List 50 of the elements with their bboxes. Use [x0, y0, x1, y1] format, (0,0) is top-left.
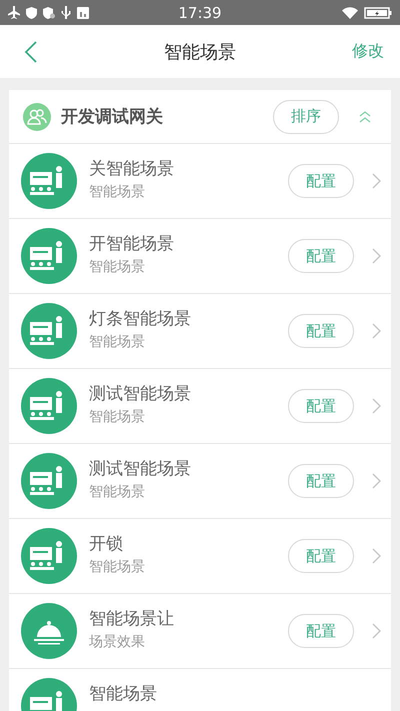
scene-title: 测试智能场景 — [89, 458, 192, 480]
chevron-right-icon[interactable] — [372, 623, 381, 639]
airplane-icon — [8, 6, 20, 19]
configure-button[interactable]: 配置 — [288, 539, 354, 573]
sort-button[interactable]: 排序 — [273, 100, 339, 134]
chevron-right-icon[interactable] — [372, 173, 381, 189]
group-name: 开发调试网关 — [61, 106, 164, 128]
edit-link[interactable]: 修改 — [352, 41, 384, 62]
chevron-right-icon[interactable] — [372, 548, 381, 564]
configure-button[interactable]: 配置 — [288, 314, 354, 348]
wifi-icon — [342, 6, 358, 18]
scene-subtitle: 智能场景 — [89, 183, 146, 201]
scene-subtitle: 智能场景 — [89, 258, 146, 276]
shield-icon — [43, 6, 55, 18]
scene-title: 智能场景 — [89, 683, 158, 705]
sim-icon — [77, 6, 89, 18]
scene-title: 灯条智能场景 — [89, 308, 192, 330]
battery-icon — [364, 6, 392, 18]
configure-button[interactable]: 配置 — [288, 614, 354, 648]
classroom-icon — [21, 528, 77, 584]
usb-icon — [61, 6, 71, 19]
scene-subtitle: 智能场景 — [89, 483, 146, 501]
classroom-icon — [21, 378, 77, 434]
scene-subtitle: 智能场景 — [89, 408, 146, 426]
scene-title: 开智能场景 — [89, 233, 175, 255]
configure-button[interactable]: 配置 — [288, 464, 354, 498]
page-title: 智能场景 — [164, 40, 236, 64]
scene-title: 关智能场景 — [89, 158, 175, 180]
service-bell-icon — [21, 603, 77, 659]
classroom-icon — [21, 228, 77, 284]
configure-button[interactable]: 配置 — [288, 164, 354, 198]
classroom-icon — [21, 303, 77, 359]
chevron-right-icon[interactable] — [372, 398, 381, 414]
double-chevron-icon — [359, 110, 371, 122]
configure-button[interactable]: 配置 — [288, 239, 354, 273]
scene-title: 测试智能场景 — [89, 383, 192, 405]
shield-icon — [26, 6, 37, 18]
configure-button[interactable]: 配置 — [288, 389, 354, 423]
chevron-right-icon[interactable] — [372, 323, 381, 339]
scene-title: 开锁 — [89, 533, 124, 555]
classroom-icon — [21, 453, 77, 509]
scene-subtitle: 智能场景 — [89, 333, 146, 351]
clock-time: 17:39 — [178, 4, 222, 22]
scene-title: 智能场景让 — [89, 608, 175, 630]
scene-subtitle: 场景效果 — [89, 633, 146, 651]
scene-subtitle: 智能场景 — [89, 558, 146, 576]
group-icon — [23, 102, 51, 130]
chevron-right-icon[interactable] — [372, 473, 381, 489]
classroom-icon — [21, 153, 77, 209]
chevron-right-icon[interactable] — [372, 248, 381, 264]
